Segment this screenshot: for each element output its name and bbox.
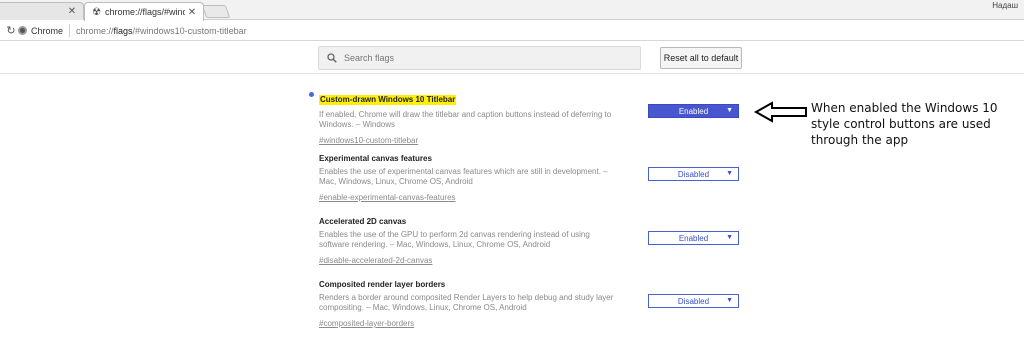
tab-previous[interactable]: ✕ xyxy=(0,2,84,20)
tab-title: chrome://flags/#window xyxy=(105,7,185,17)
experiment-link[interactable]: #enable-experimental-canvas-features xyxy=(319,193,456,203)
experiment-select-custom-titlebar[interactable]: Enabled ▼ xyxy=(648,104,739,118)
select-value: Disabled xyxy=(677,169,710,179)
select-value: Enabled xyxy=(678,233,709,243)
experiment-title: Custom-drawn Windows 10 Titlebar xyxy=(319,95,457,105)
reload-icon[interactable]: ↻ xyxy=(4,24,18,37)
browser-window: ✕ ☢ chrome://flags/#window ✕ Надаш ↻ Chr… xyxy=(0,0,1024,345)
url-text[interactable]: chrome://flags/#windows10-custom-titleba… xyxy=(76,26,247,36)
experiment-description: Enables the use of experimental canvas f… xyxy=(319,167,608,186)
experiment-select-accelerated-2d-canvas[interactable]: Enabled ▼ xyxy=(648,231,739,245)
toolbar: ↻ Chrome chrome://flags/#windows10-custo… xyxy=(0,20,1024,41)
experiment-description: If enabled, Chrome will draw the titleba… xyxy=(319,110,612,129)
search-input[interactable] xyxy=(344,53,624,63)
reset-all-button[interactable]: Reset all to default xyxy=(660,47,742,69)
experiment-description: Renders a border around composited Rende… xyxy=(319,293,614,312)
url-prefix: chrome:// xyxy=(76,25,114,36)
url-host: flags xyxy=(113,25,133,36)
radiation-icon: ☢ xyxy=(92,6,101,18)
new-tab-button[interactable] xyxy=(201,5,231,18)
search-icon xyxy=(327,53,337,63)
experiment-select-composited-layer-borders[interactable]: Disabled ▼ xyxy=(648,294,739,308)
experiment-link[interactable]: #windows10-custom-titlebar xyxy=(319,136,418,146)
chevron-down-icon: ▼ xyxy=(726,170,733,177)
annotation-arrow-icon xyxy=(754,101,807,123)
window-corner-label: Надаш xyxy=(992,1,1018,10)
select-value: Enabled xyxy=(678,106,709,116)
flags-header: Reset all to default xyxy=(0,41,1024,74)
address-bar[interactable]: Chrome chrome://flags/#windows10-custom-… xyxy=(18,22,1020,39)
experiment-select-canvas-features[interactable]: Disabled ▼ xyxy=(648,167,739,181)
site-chip[interactable]: Chrome xyxy=(18,24,71,37)
chevron-down-icon: ▼ xyxy=(726,234,733,241)
tab-strip: ✕ ☢ chrome://flags/#window ✕ Надаш xyxy=(0,0,1024,21)
select-value: Disabled xyxy=(677,296,710,306)
search-box[interactable] xyxy=(318,46,641,70)
experiment-custom-titlebar: Custom-drawn Windows 10 Titlebar If enab… xyxy=(319,89,749,148)
url-rest: /#windows10-custom-titlebar xyxy=(132,25,247,36)
experiment-link[interactable]: #disable-accelerated-2d-canvas xyxy=(319,256,432,266)
chevron-down-icon: ▼ xyxy=(726,297,733,304)
tab-flags[interactable]: ☢ chrome://flags/#window ✕ xyxy=(84,2,204,21)
experiment-title: Composited render layer borders xyxy=(319,280,446,289)
experiment-link[interactable]: #composited-layer-borders xyxy=(319,319,414,329)
close-icon[interactable]: ✕ xyxy=(67,6,77,17)
experiment-title: Accelerated 2D canvas xyxy=(319,217,407,226)
annotation-text: When enabled the Windows 10 style contro… xyxy=(811,101,998,147)
experiment-title: Experimental canvas features xyxy=(319,154,432,163)
modified-indicator-dot xyxy=(309,92,314,97)
chevron-down-icon: ▼ xyxy=(726,107,733,114)
chrome-icon xyxy=(18,26,27,35)
site-chip-label: Chrome xyxy=(31,25,64,36)
experiment-description: Enables the use of the GPU to perform 2d… xyxy=(319,230,590,249)
close-icon[interactable]: ✕ xyxy=(187,7,197,18)
